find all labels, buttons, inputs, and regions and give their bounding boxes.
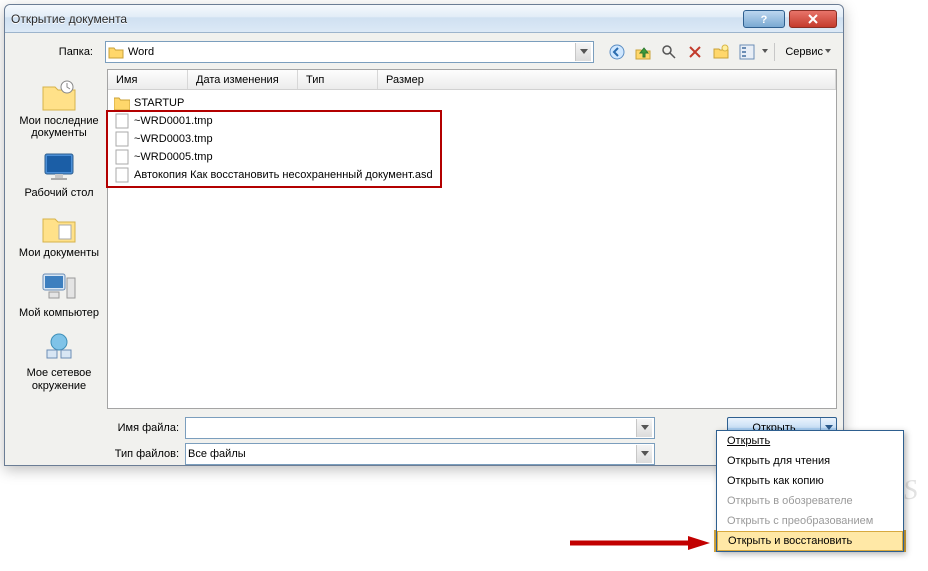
menu-item-open-readonly[interactable]: Открыть для чтения: [717, 451, 903, 471]
file-list[interactable]: STARTUP ~WRD0001.tmp ~WRD0003.tmp ~WRD00…: [108, 90, 836, 408]
mydocs-icon: [41, 209, 77, 245]
search-icon[interactable]: [658, 41, 680, 63]
folder-icon: [114, 95, 130, 111]
folder-combo[interactable]: Word: [105, 41, 594, 63]
back-icon[interactable]: [606, 41, 628, 63]
help-button[interactable]: ?: [743, 10, 785, 28]
folder-label: Папка:: [13, 46, 99, 58]
service-label: Сервис: [785, 46, 823, 58]
new-folder-icon[interactable]: [710, 41, 732, 63]
menu-item-open[interactable]: Открыть: [717, 431, 903, 451]
list-item[interactable]: ~WRD0003.tmp: [110, 130, 834, 148]
column-headers: Имя Дата изменения Тип Размер: [108, 70, 836, 90]
col-size[interactable]: Размер: [378, 70, 836, 89]
filename-input[interactable]: [185, 417, 655, 439]
places-sidebar: Мои последние документы Рабочий стол Мои…: [11, 69, 107, 409]
filename-label: Имя файла:: [107, 422, 179, 434]
list-item[interactable]: ~WRD0001.tmp: [110, 112, 834, 130]
service-menu[interactable]: Сервис: [781, 46, 835, 58]
file-list-panel: Имя Дата изменения Тип Размер STARTUP ~W…: [107, 69, 837, 409]
menu-item-open-copy[interactable]: Открыть как копию: [717, 471, 903, 491]
sidebar-item-mydocs[interactable]: Мои документы: [16, 205, 102, 263]
bottom-panel: Имя файла: Открыть Тип файлов: Все файлы…: [11, 415, 837, 467]
computer-icon: [41, 269, 77, 305]
annotation-arrow: [570, 536, 710, 550]
file-name: Автокопия Как восстановить несохраненный…: [134, 169, 433, 181]
sidebar-item-computer[interactable]: Мой компьютер: [16, 265, 102, 323]
close-button[interactable]: [789, 10, 837, 28]
desktop-icon: [41, 149, 77, 185]
menu-item-open-browser: Открыть в обозревателе: [717, 491, 903, 511]
window-title: Открытие документа: [11, 12, 711, 26]
list-item[interactable]: STARTUP: [110, 94, 834, 112]
chevron-down-icon[interactable]: [636, 445, 652, 463]
sidebar-item-network[interactable]: Мое сетевое окружение: [16, 325, 102, 395]
col-name[interactable]: Имя: [108, 70, 188, 89]
file-icon: [114, 149, 130, 165]
filetype-combo[interactable]: Все файлы: [185, 443, 655, 465]
chevron-down-icon[interactable]: [636, 419, 652, 437]
sidebar-item-label: Мое сетевое окружение: [16, 367, 102, 391]
sidebar-item-label: Мои последние документы: [16, 115, 102, 139]
col-type[interactable]: Тип: [298, 70, 378, 89]
folder-value: Word: [128, 46, 575, 58]
chevron-down-icon[interactable]: [575, 43, 591, 61]
network-icon: [41, 329, 77, 365]
menu-item-open-transform: Открыть с преобразованием: [717, 511, 903, 531]
toolbar-strip: Сервис: [606, 41, 835, 63]
svg-text:?: ?: [761, 14, 768, 25]
folder-row: Папка: Word: [11, 39, 837, 65]
views-icon[interactable]: [736, 41, 758, 63]
sidebar-item-label: Рабочий стол: [24, 187, 93, 199]
menu-item-open-recover[interactable]: Открыть и восстановить: [717, 531, 903, 551]
folder-icon: [108, 44, 124, 60]
list-item[interactable]: ~WRD0005.tmp: [110, 148, 834, 166]
delete-icon[interactable]: [684, 41, 706, 63]
file-icon: [114, 113, 130, 129]
file-icon: [114, 167, 130, 183]
sidebar-item-recent[interactable]: Мои последние документы: [16, 73, 102, 143]
filetype-value: Все файлы: [188, 448, 636, 460]
titlebar[interactable]: Открытие документа ?: [5, 5, 843, 33]
chevron-down-icon[interactable]: [762, 49, 768, 55]
sidebar-item-label: Мои документы: [19, 247, 99, 259]
chevron-down-icon: [825, 49, 831, 55]
sidebar-item-label: Мой компьютер: [19, 307, 99, 319]
main-row: Мои последние документы Рабочий стол Мои…: [11, 69, 837, 409]
open-dropdown-menu: Открыть Открыть для чтения Открыть как к…: [716, 430, 904, 552]
open-file-dialog: Открытие документа ? Папка: Word: [4, 4, 844, 466]
file-name: STARTUP: [134, 97, 184, 109]
file-name: ~WRD0001.tmp: [134, 115, 213, 127]
recent-icon: [41, 77, 77, 113]
list-item[interactable]: Автокопия Как восстановить несохраненный…: [110, 166, 834, 184]
file-name: ~WRD0003.tmp: [134, 133, 213, 145]
sidebar-item-desktop[interactable]: Рабочий стол: [16, 145, 102, 203]
dialog-body: Папка: Word: [5, 33, 843, 465]
file-name: ~WRD0005.tmp: [134, 151, 213, 163]
separator: [774, 43, 775, 61]
col-date[interactable]: Дата изменения: [188, 70, 298, 89]
filetype-label: Тип файлов:: [107, 448, 179, 460]
up-icon[interactable]: [632, 41, 654, 63]
file-icon: [114, 131, 130, 147]
